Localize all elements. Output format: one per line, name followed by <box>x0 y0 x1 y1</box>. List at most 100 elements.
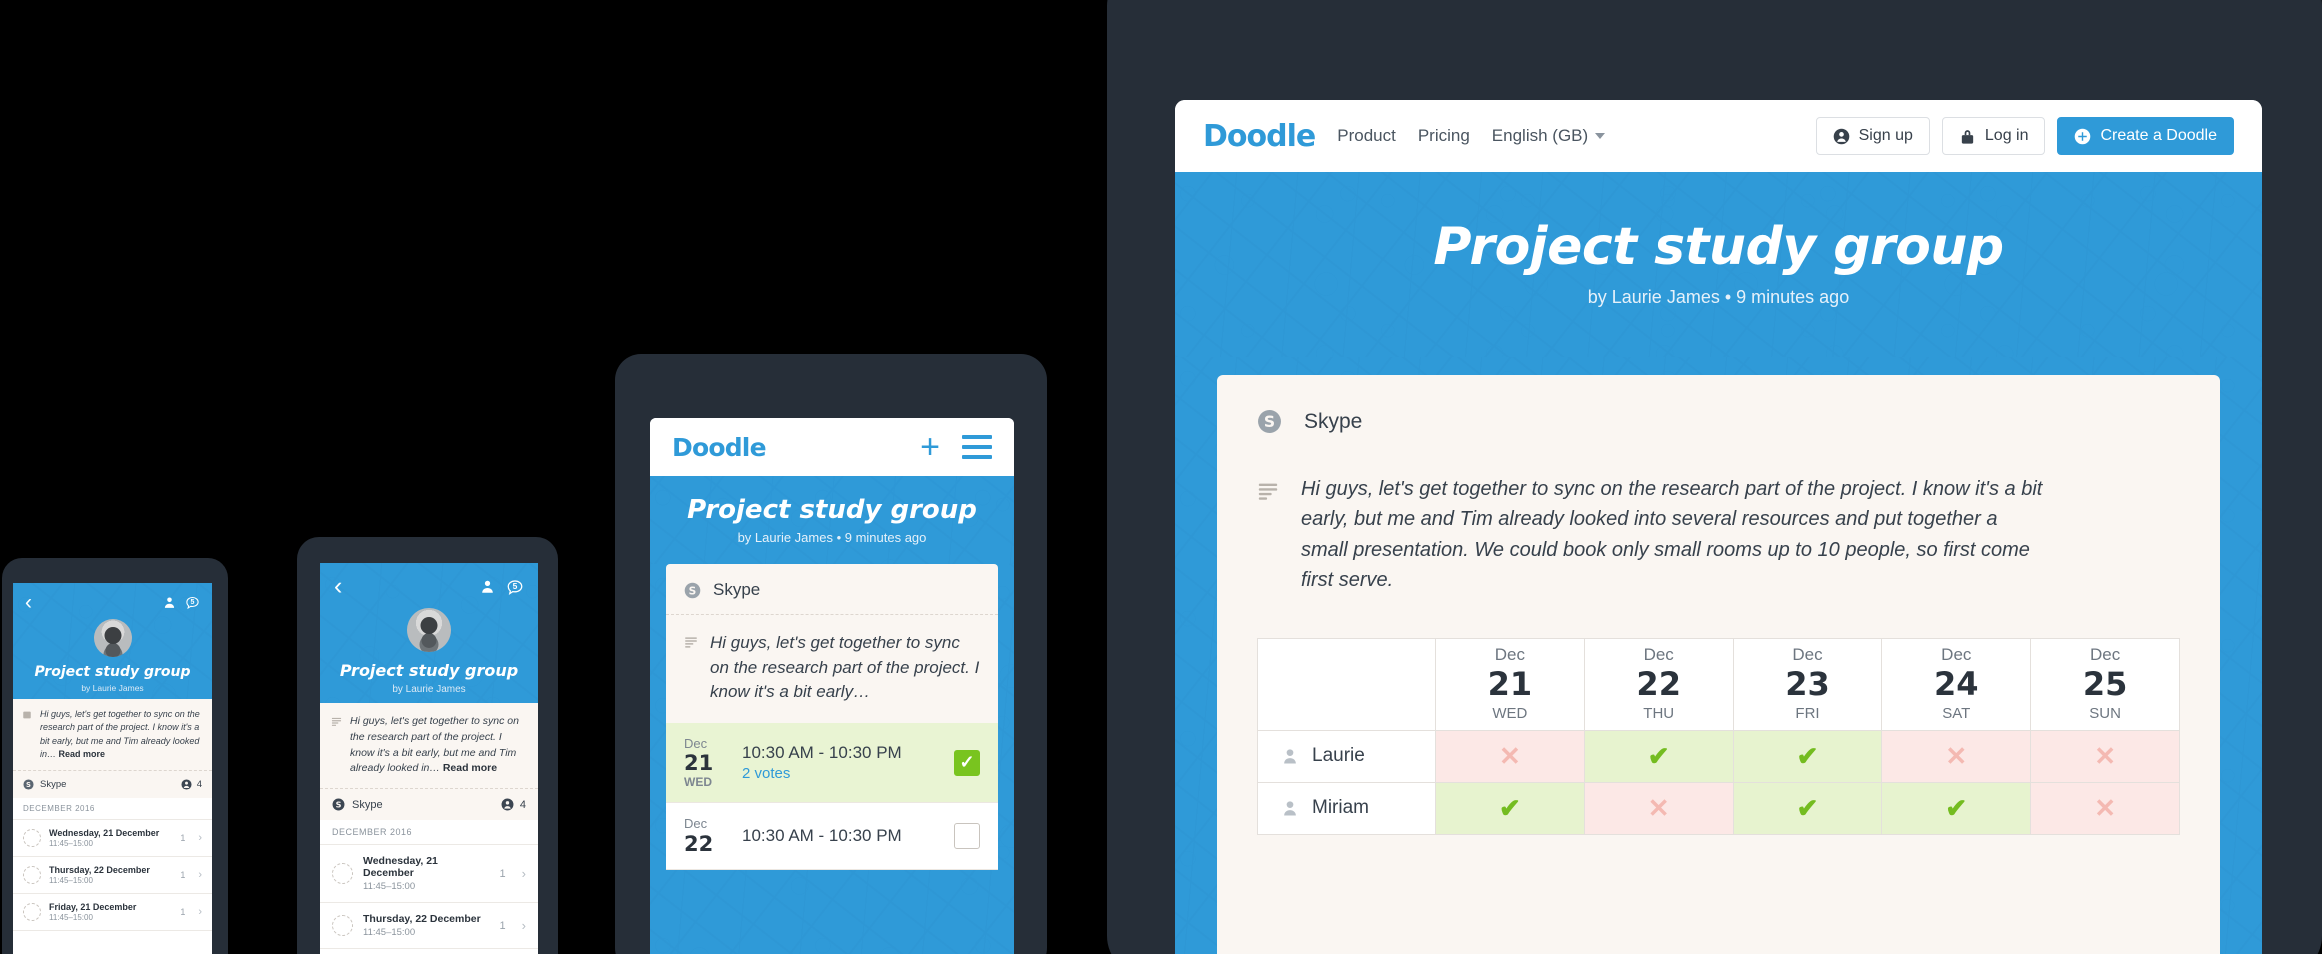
read-more-link[interactable]: Read more <box>443 762 497 774</box>
phone2-topbar: ‹ 5 <box>320 563 538 599</box>
meta-row: S Skype 4 <box>13 771 212 799</box>
list-item[interactable]: Wednesday, 21 December 11:45–15:00 1 › <box>320 845 538 903</box>
radio-icon[interactable] <box>332 915 353 936</box>
slot-checkbox[interactable]: ✓ <box>954 749 980 776</box>
date-month: Dec <box>1643 645 1674 665</box>
vote-cell-yes[interactable]: ✔ <box>1732 781 1883 835</box>
slot-row[interactable]: Dec 22 10:30 AM - 10:30 PM <box>666 803 998 870</box>
list-item[interactable]: Thursday, 22 December 11:45–15:00 1 › <box>13 857 212 895</box>
vote-cell-no[interactable]: ✕ <box>2030 729 2180 783</box>
date-column-header[interactable]: Dec 24 SAT <box>1881 637 2032 731</box>
page-byline: by Laurie James • 9 minutes ago <box>1587 287 1850 307</box>
date-column-header[interactable]: Dec 22 THU <box>1583 637 1734 731</box>
check-icon: ✔ <box>1796 792 1819 823</box>
date-dow: WED <box>1492 705 1528 722</box>
list-item-title: Wednesday, 21 December <box>49 828 160 839</box>
slot-day: 21 <box>684 751 714 776</box>
table-body: Laurie ✕ ✔ ✔ ✕ ✕ Miriam ✔ ✕ ✔ ✔ ✕ <box>1257 729 2180 835</box>
vote-cell-yes[interactable]: ✔ <box>1881 781 2032 835</box>
date-column-header[interactable]: Dec 21 WED <box>1435 637 1585 731</box>
vote-cell-yes[interactable]: ✔ <box>1435 781 1585 835</box>
chevron-right-icon[interactable]: › <box>522 866 526 881</box>
vote-cell-no[interactable]: ✕ <box>1583 781 1734 835</box>
date-dow: SAT <box>1942 705 1971 722</box>
doodle-logo[interactable]: Doodle <box>1203 119 1316 154</box>
date-month: Dec <box>2089 645 2121 665</box>
vote-cell-no[interactable]: ✕ <box>1881 729 2032 783</box>
doodle-logo[interactable]: Doodle <box>672 433 767 462</box>
create-doodle-button[interactable]: Create a Doodle <box>2057 117 2234 155</box>
person-icon[interactable] <box>163 596 176 609</box>
list-item-count: 1 <box>180 870 186 881</box>
tablet-hero: Project study group by Laurie James • 9 … <box>650 476 1014 564</box>
location-row: S Skype <box>1257 409 2180 434</box>
slot-row[interactable]: Dec 21 WED 10:30 AM - 10:30 PM 2 votes ✓ <box>666 722 998 804</box>
radio-icon[interactable] <box>23 866 41 885</box>
device-desktop-screen: Doodle Product Pricing English (GB) Sign… <box>1175 100 2262 954</box>
vote-cell-no[interactable]: ✕ <box>2030 781 2180 835</box>
add-icon[interactable]: + <box>920 430 940 464</box>
nav-link-pricing[interactable]: Pricing <box>1418 126 1470 146</box>
list-item[interactable]: Friday, 21 December 11:45–15:00 1 › <box>13 894 212 932</box>
chevron-right-icon[interactable]: › <box>198 869 202 881</box>
date-day: 21 <box>1487 665 1533 704</box>
slot-time: 10:30 AM - 10:30 PM <box>742 743 902 763</box>
desktop-hero: Project study group by Laurie James • 9 … <box>1175 172 2262 357</box>
list-item-count: 1 <box>499 919 506 932</box>
description-block: Hi guys, let's get together to sync on t… <box>666 615 998 723</box>
location-label: Skype <box>40 779 67 791</box>
skype-icon: S <box>1258 410 1281 433</box>
date-column-header[interactable]: Dec 23 FRI <box>1732 637 1883 731</box>
location-row: S Skype <box>666 564 998 615</box>
radio-icon[interactable] <box>332 863 353 884</box>
date-column-header[interactable]: Dec 25 SUN <box>2030 637 2180 731</box>
log-in-button[interactable]: Log in <box>1941 117 2046 155</box>
poll-card: S Skype Hi guys, let's get together to s… <box>1217 375 2220 954</box>
list-item[interactable]: Thursday, 22 December 11:45–15:00 1 › <box>320 903 538 949</box>
list-item[interactable]: Wednesday, 21 December 11:45–15:00 1 › <box>13 820 212 858</box>
back-icon[interactable]: ‹ <box>25 592 32 613</box>
chevron-right-icon[interactable]: › <box>198 906 202 918</box>
menu-icon[interactable] <box>962 435 992 459</box>
list-item-time: 11:45–15:00 <box>49 913 93 923</box>
chevron-right-icon[interactable]: › <box>522 918 526 933</box>
list-item-title: Friday, 21 December <box>49 902 137 913</box>
svg-text:S: S <box>689 584 697 597</box>
vote-cell-yes[interactable]: ✔ <box>1583 729 1734 783</box>
list-item-main: Friday, 21 December 11:45–15:00 <box>49 902 172 922</box>
slot-checkbox[interactable] <box>954 822 980 849</box>
radio-icon[interactable] <box>23 903 41 922</box>
vote-cell-no[interactable]: ✕ <box>1435 729 1585 783</box>
list-item-title: Wednesday, 21 December <box>363 855 438 879</box>
device-tablet-screen: Doodle + Project study group by Laurie J… <box>650 418 1014 954</box>
radio-icon[interactable] <box>23 829 41 848</box>
page-title: Project study group <box>34 664 191 680</box>
svg-text:S: S <box>26 781 31 789</box>
table-header-row: Dec 21 WED Dec 22 THU Dec 23 FRI Dec 24 … <box>1257 637 2180 731</box>
back-icon[interactable]: ‹ <box>334 574 342 599</box>
comments-badge[interactable]: 5 <box>185 595 200 610</box>
tablet-body: S Skype Hi guys, let's get together to s… <box>650 564 1014 954</box>
list-item-main: Thursday, 22 December 11:45–15:00 <box>363 913 490 938</box>
page-title: Project study group <box>339 661 519 680</box>
month-header: DECEMBER 2016 <box>320 820 538 845</box>
device-phone-small-screen: ‹ 5 Project study group by Laurie James … <box>13 583 212 954</box>
chevron-right-icon[interactable]: › <box>198 832 202 844</box>
date-month: Dec <box>1792 645 1823 665</box>
read-more-link[interactable]: Read more <box>59 749 106 759</box>
participant-name: Laurie <box>1312 745 1365 767</box>
list-item-time: 11:45–15:00 <box>363 927 416 938</box>
list-item[interactable]: Friday, 21 December 11:45–15:00 1 › <box>320 949 538 954</box>
language-selector[interactable]: English (GB) <box>1491 126 1606 146</box>
comments-badge[interactable]: 5 <box>506 578 524 596</box>
vote-cell-yes[interactable]: ✔ <box>1732 729 1883 783</box>
participant-name-wrap: Miriam <box>1258 797 1435 819</box>
create-doodle-label: Create a Doodle <box>2100 127 2217 144</box>
language-label: English (GB) <box>1491 126 1589 145</box>
nav-link-product[interactable]: Product <box>1337 126 1396 146</box>
check-icon: ✔ <box>1499 792 1521 823</box>
sign-up-button[interactable]: Sign up <box>1815 117 1930 155</box>
slot-votes[interactable]: 2 votes <box>742 765 954 782</box>
person-icon[interactable] <box>480 579 495 594</box>
list-item-main: Wednesday, 21 December 11:45–15:00 <box>363 855 490 892</box>
